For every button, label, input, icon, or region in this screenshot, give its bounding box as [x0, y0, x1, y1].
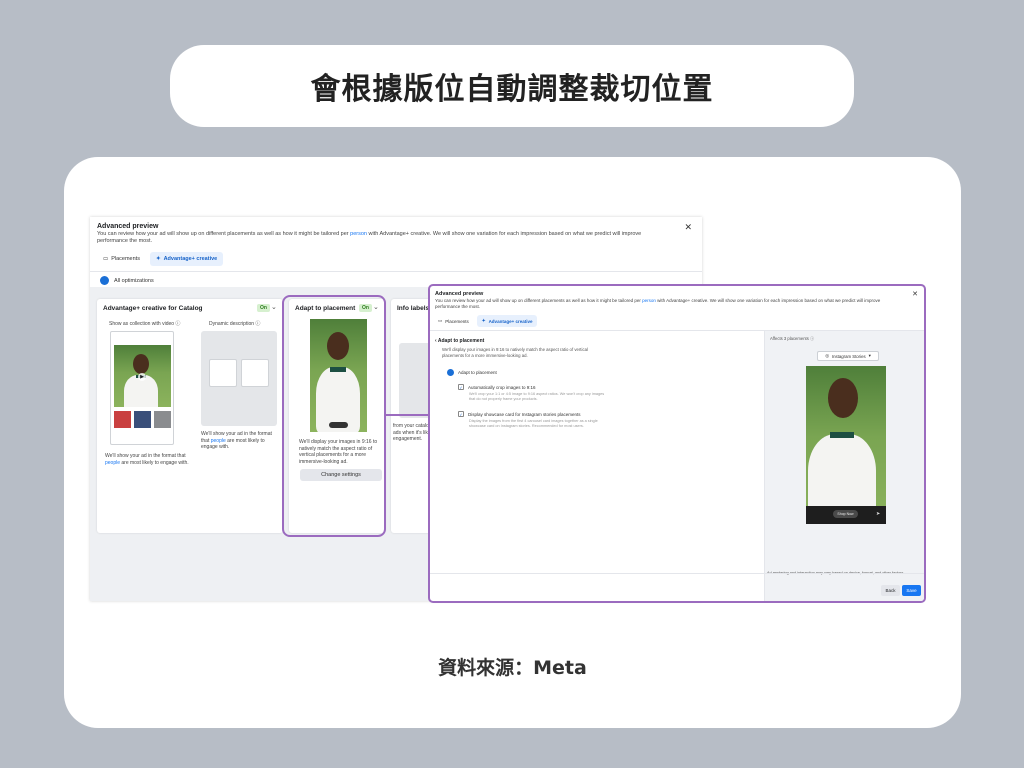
- preview-sidebar: Affects 3 placements ⓘ ◎ Instagram Stori…: [764, 331, 924, 601]
- caret-down-icon: ▾: [868, 353, 871, 358]
- dynamic-description-preview: [201, 331, 277, 426]
- highlight-box: [282, 295, 386, 537]
- footer-divider: [430, 573, 924, 574]
- panel-description: You can review how your ad will show up …: [435, 298, 881, 309]
- panel-title: Advanced preview: [97, 223, 159, 230]
- placements-icon: ▭: [438, 318, 443, 323]
- placement-select[interactable]: ◎ Instagram Stories ▾: [817, 351, 879, 361]
- status-badge: On: [257, 304, 270, 312]
- back-button[interactable]: Back: [881, 585, 900, 596]
- send-icon[interactable]: ➤: [876, 511, 880, 517]
- catalog-card-title: Advantage+ creative for Catalog: [103, 305, 203, 312]
- panel-title: Advanced preview: [435, 291, 484, 297]
- adapt-settings-panel: Advanced preview You can review how your…: [428, 284, 926, 603]
- heading-pill: 會根據版位自動調整裁切位置: [170, 45, 854, 127]
- tab-placements[interactable]: ▭ Placements: [433, 315, 474, 327]
- heading-text: 會根據版位自動調整裁切位置: [310, 72, 714, 107]
- collection-label: Show as collection with video ⓘ: [109, 321, 181, 327]
- chevron-down-icon[interactable]: ⌄: [271, 303, 277, 311]
- collection-preview: ▶: [110, 331, 174, 445]
- shop-now-button[interactable]: Shop Now: [833, 510, 858, 518]
- person-link[interactable]: person: [350, 231, 367, 237]
- showcase-option-help: Display the images from the first 4 caro…: [469, 419, 598, 428]
- person-link[interactable]: person: [642, 298, 656, 303]
- toggle-icon[interactable]: [447, 369, 454, 376]
- dynamic-description-label: Dynamic description ⓘ: [209, 321, 261, 327]
- source-caption: 資料來源：Meta: [438, 657, 587, 679]
- toggle-icon[interactable]: [100, 276, 109, 285]
- catalog-text-1: We'll show your ad in the format that pe…: [105, 453, 189, 466]
- adapt-toggle-row[interactable]: Adapt to placement: [447, 369, 497, 376]
- catalog-text-2: We'll show your ad in the format that pe…: [201, 431, 272, 450]
- chevron-left-icon[interactable]: ‹: [435, 338, 437, 344]
- checkbox-icon[interactable]: ✓: [458, 384, 464, 390]
- section-description: We'll display your images in 9:16 to nat…: [442, 347, 588, 358]
- placements-icon: ▭: [103, 256, 109, 262]
- catalog-card: Advantage+ creative for Catalog On ⌄ Sho…: [97, 299, 283, 533]
- showcase-option[interactable]: ✓ Display showcase card for Instagram st…: [458, 411, 581, 417]
- close-icon[interactable]: ✕: [912, 290, 918, 298]
- content-card: Advanced preview You can review how your…: [64, 157, 961, 728]
- tab-placements[interactable]: ▭ Placements: [97, 252, 146, 266]
- tab-advantage-creative[interactable]: ✦ Advantage+ creative: [476, 315, 538, 327]
- checkbox-icon[interactable]: ✓: [458, 411, 464, 417]
- info-text: from your catalo ads when it's lik engag…: [393, 423, 429, 442]
- instagram-icon: ◎: [825, 353, 829, 358]
- section-title: ‹ Adapt to placement: [435, 338, 485, 344]
- crop-option[interactable]: ✓ Automatically crop images to 9:16: [458, 384, 536, 390]
- stories-preview: Shop Now ➤: [806, 366, 886, 524]
- product-thumb: [114, 411, 131, 428]
- play-icon[interactable]: ▶: [138, 373, 146, 381]
- product-thumb: [154, 411, 171, 428]
- sparkle-icon: ✦: [155, 256, 161, 262]
- tab-advantage-creative[interactable]: ✦ Advantage+ creative: [149, 252, 224, 266]
- save-button[interactable]: Save: [902, 585, 921, 596]
- info-card-title: Info labels: [397, 305, 430, 312]
- close-icon[interactable]: ✕: [684, 222, 692, 233]
- panel-description: You can review how your ad will show up …: [97, 231, 642, 244]
- sparkle-icon: ✦: [481, 318, 486, 323]
- connector-line: [386, 414, 430, 416]
- product-thumb: [134, 411, 151, 428]
- crop-option-help: We'll crop your 1:1 or 4:5 image to 9:16…: [469, 392, 605, 401]
- model-photo: ▶: [114, 345, 171, 407]
- affects-label: Affects 3 placements ⓘ: [770, 336, 815, 341]
